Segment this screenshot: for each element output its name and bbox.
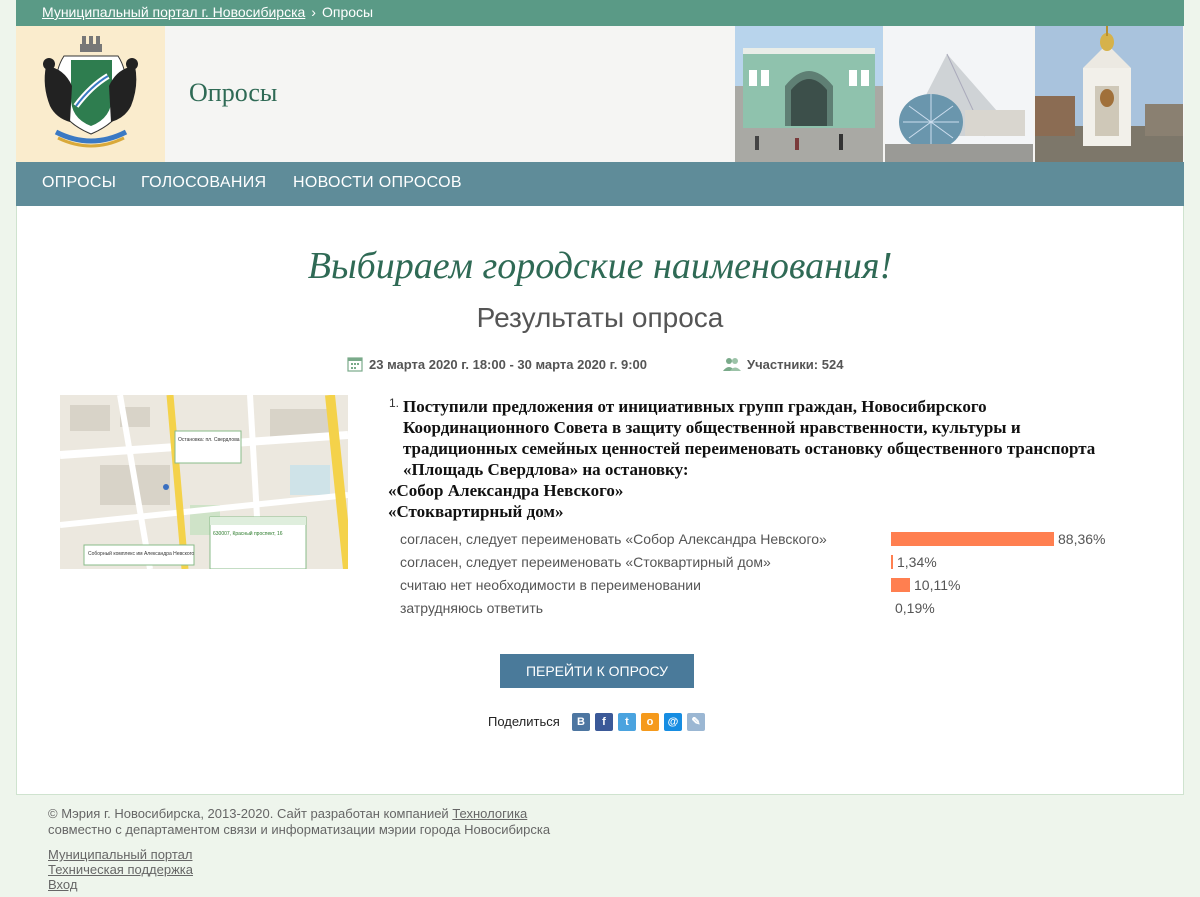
nav-item-poll-news[interactable]: НОВОСТИ ОПРОСОВ bbox=[293, 174, 462, 192]
question-option-a: «Собор Александра Невского» bbox=[388, 481, 624, 500]
answer-label-4: затрудняюсь ответить bbox=[400, 600, 544, 616]
top-bar: Муниципальный портал г. Новосибирска › Опр… bbox=[16, 0, 1184, 26]
answer-bar-3 bbox=[891, 578, 910, 592]
answer-label-2: согласен, следует переименовать «Стоквар… bbox=[400, 554, 771, 570]
footer-links: Муниципальный портал Техническая поддерж… bbox=[48, 847, 193, 892]
odnoklassniki-icon[interactable]: о bbox=[641, 713, 659, 731]
poll-map-image[interactable]: Остановка: пл. Свердлова 630007, Красный… bbox=[60, 395, 348, 569]
share-icons: Вf t о @ ✎ bbox=[572, 712, 710, 731]
map-label-right: 630007, Красный проспект, 16 bbox=[213, 530, 283, 537]
header-title: Опросы bbox=[189, 78, 278, 107]
footer-link-support[interactable]: Техническая поддержка bbox=[48, 862, 193, 877]
answer-percent-3: 10,11% bbox=[914, 577, 961, 593]
answer-label-3: считаю нет необходимости в переименовани… bbox=[400, 577, 701, 593]
question-body: Поступили предложения от инициативных гр… bbox=[403, 397, 1096, 479]
question-option-b: «Стоквартирный дом» bbox=[388, 502, 564, 521]
footer-company-link[interactable]: Технологика bbox=[452, 806, 527, 821]
map-label-top: Остановка: пл. Свердлова bbox=[178, 437, 240, 443]
answer-percent-2: 1,34% bbox=[897, 554, 937, 570]
breadcrumb-separator: › bbox=[311, 4, 316, 20]
city-crest[interactable] bbox=[16, 26, 165, 162]
breadcrumb: Муниципальный портал г. Новосибирска › Опр… bbox=[42, 4, 373, 20]
photo-chapel bbox=[1035, 26, 1183, 162]
main-nav: ОПРОСЫ ГОЛОСОВАНИЯ НОВОСТИ ОПРОСОВ bbox=[16, 162, 1184, 206]
poll-dates-text: 23 марта 2020 г. 18:00 - 30 марта 2020 г… bbox=[369, 357, 648, 372]
footer-link-login[interactable]: Вход bbox=[48, 877, 193, 892]
vk-icon[interactable]: В bbox=[572, 713, 590, 731]
breadcrumb-home-link[interactable]: Муниципальный портал г. Новосибирска bbox=[42, 4, 305, 20]
answer-bar-1 bbox=[891, 532, 1054, 546]
footer: © Мэрия г. Новосибирска, 2013-2020. Сайт… bbox=[48, 806, 550, 838]
photo-glass-dome bbox=[885, 26, 1033, 162]
participants-text: Участники: 524 bbox=[747, 357, 844, 372]
answer-percent-4: 0,19% bbox=[895, 600, 935, 616]
footer-copyright: © Мэрия г. Новосибирска, 2013-2020. Сайт… bbox=[48, 806, 449, 821]
share-label: Поделиться bbox=[488, 714, 560, 729]
main-content: Выбираем городские наименования! Результ… bbox=[16, 206, 1184, 795]
nav-item-votings[interactable]: ГОЛОСОВАНИЯ bbox=[141, 174, 266, 192]
answer-label-1: согласен, следует переименовать «Собор А… bbox=[400, 531, 827, 547]
photo-railway-station bbox=[735, 26, 883, 162]
breadcrumb-current: Опросы bbox=[321, 4, 374, 20]
facebook-icon[interactable]: f bbox=[595, 713, 613, 731]
site-header: Опросы bbox=[16, 26, 1184, 162]
mailru-icon[interactable]: @ bbox=[664, 713, 682, 731]
question-text: Поступили предложения от инициативных гр… bbox=[388, 396, 1108, 522]
coat-of-arms-icon bbox=[43, 36, 138, 148]
answer-percent-1: 88,36% bbox=[1058, 531, 1106, 547]
answer-bar-2 bbox=[891, 555, 893, 569]
go-to-poll-button[interactable]: ПЕРЕЙТИ К ОПРОСУ bbox=[500, 654, 694, 688]
page-title: Выбираем городские наименования! bbox=[307, 245, 893, 287]
page-subtitle: Результаты опроса bbox=[476, 302, 724, 333]
poll-participants: Участники: 524 bbox=[723, 356, 843, 372]
people-icon bbox=[723, 358, 741, 371]
poll-dates: 23 марта 2020 г. 18:00 - 30 марта 2020 г… bbox=[347, 356, 647, 372]
livejournal-icon[interactable]: ✎ bbox=[687, 713, 705, 731]
map-label-bottom: Соборный комплекс им Александра Невского bbox=[88, 550, 194, 557]
calendar-icon bbox=[347, 357, 363, 372]
twitter-icon[interactable]: t bbox=[618, 713, 636, 731]
footer-line2: совместно с департаментом связи и информ… bbox=[48, 822, 551, 837]
footer-link-portal[interactable]: Муниципальный портал bbox=[48, 847, 193, 862]
nav-item-polls[interactable]: ОПРОСЫ bbox=[42, 174, 116, 192]
